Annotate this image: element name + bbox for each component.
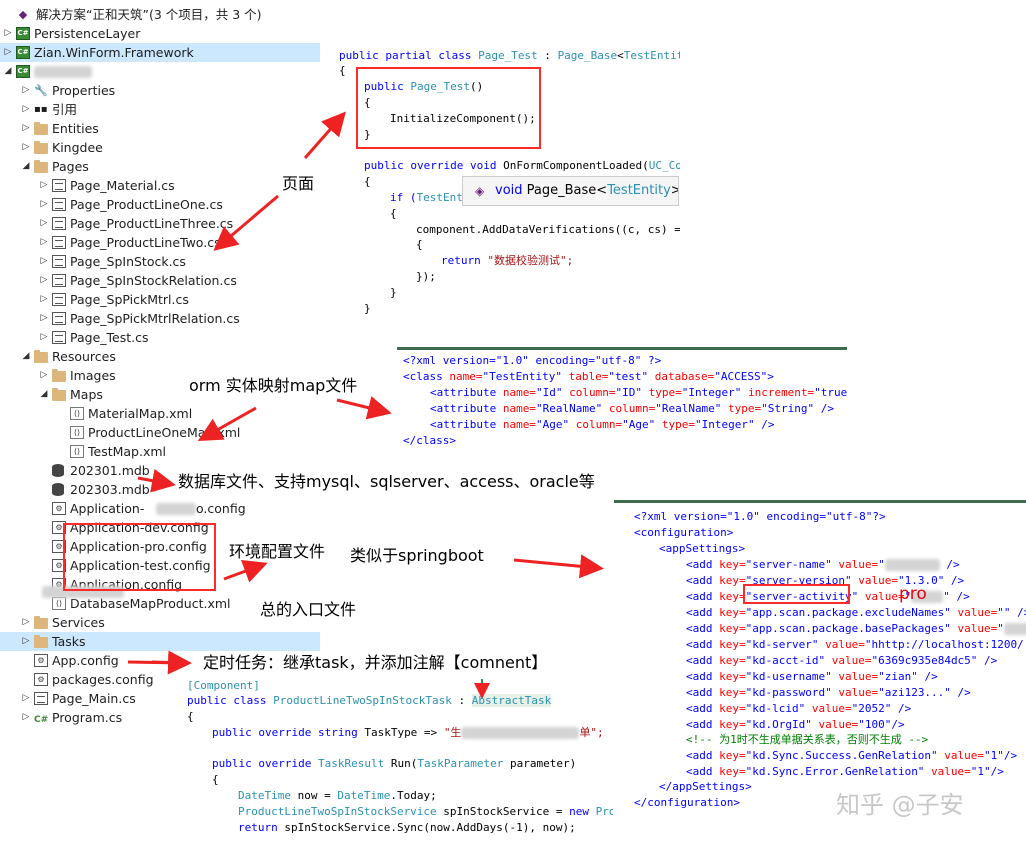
annotation-arrows xyxy=(127,111,604,699)
arrow-db xyxy=(137,468,176,493)
arrow-page-to-tree xyxy=(213,194,279,251)
arrow-orm-to-maps xyxy=(197,406,257,441)
annotation-task: 定时任务：继承task，并添加注解【comnent】 xyxy=(203,653,548,672)
annotation-env: 环境配置文件 xyxy=(229,542,326,561)
annotation-orm: orm 实体映射map文件 xyxy=(189,376,358,395)
arrow-page-to-code xyxy=(303,111,346,159)
annotation-spring: 类似于springboot xyxy=(350,546,484,565)
arrow-env xyxy=(223,559,268,583)
arrow-task-right xyxy=(151,650,192,675)
arrow-spring xyxy=(513,554,604,579)
annotation-entry: 总的入口文件 xyxy=(260,600,357,619)
arrow-entry xyxy=(128,584,168,586)
arrow-orm-to-xml xyxy=(336,396,392,420)
annotation-db: 数据库文件、支持mysql、sqlserver、access、oracle等 xyxy=(178,472,595,491)
annotation-page: 页面 xyxy=(282,174,315,193)
watermark: 知乎 @子安 xyxy=(836,791,964,819)
